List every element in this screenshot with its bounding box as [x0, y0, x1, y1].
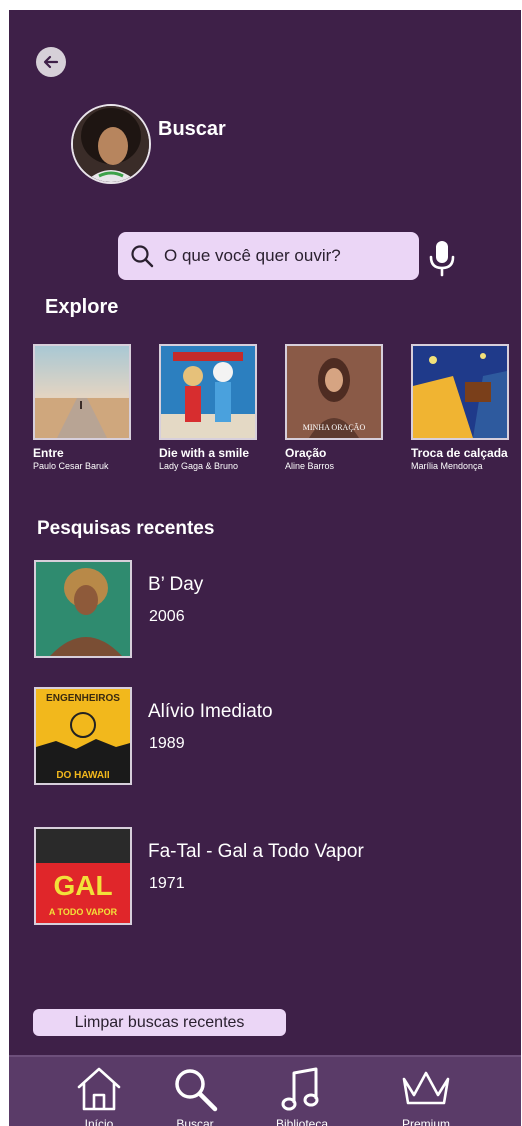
- recent-item-title: Fa-Tal - Gal a Todo Vapor: [148, 841, 364, 862]
- explore-item-artist: Lady Gaga & Bruno: [159, 461, 239, 471]
- explore-item-artist: Paulo Cesar Baruk: [33, 461, 109, 471]
- page-title: Buscar: [158, 118, 226, 140]
- clear-recent-searches-button[interactable]: Limpar buscas recentes: [33, 1009, 286, 1036]
- nav-item-home[interactable]: Início: [64, 1063, 134, 1126]
- nav-label: Premium: [401, 1117, 450, 1126]
- search-icon: [175, 1069, 218, 1112]
- bottom-nav: Início Buscar Biblioteca Premium: [9, 1055, 521, 1126]
- nav-label: Buscar: [176, 1117, 214, 1126]
- search-bar[interactable]: [118, 232, 419, 280]
- cover-text: A TODO VAPOR: [49, 907, 118, 917]
- recent-search-item[interactable]: B’ Day 2006: [34, 560, 504, 660]
- recent-item-year: 2006: [149, 608, 185, 625]
- recent-item-title: Alívio Imediato: [148, 701, 273, 722]
- crown-icon: [402, 1071, 450, 1105]
- microphone-icon[interactable]: [427, 239, 457, 277]
- explore-card[interactable]: MINHA ORAÇÃO Oração Aline Barros: [285, 344, 405, 471]
- explore-card[interactable]: Die with a smile Lady Gaga & Bruno: [159, 344, 279, 471]
- back-button[interactable]: [36, 47, 66, 77]
- home-icon: [77, 1067, 121, 1111]
- album-cover: [34, 560, 132, 658]
- album-cover: GAL A TODO VAPOR: [34, 827, 132, 925]
- cover-text: GAL: [53, 870, 112, 901]
- nav-item-premium[interactable]: Premium: [391, 1063, 461, 1126]
- recent-item-year: 1971: [149, 875, 185, 892]
- explore-item-artist: Marília Mendonça: [411, 461, 483, 471]
- app-screen: Buscar Explore: [9, 10, 521, 1126]
- recent-search-item[interactable]: GAL A TODO VAPOR Fa-Tal - Gal a Todo Vap…: [34, 827, 504, 927]
- explore-heading: Explore: [45, 296, 119, 318]
- cover-text: ENGENHEIROS: [46, 693, 120, 704]
- explore-item-title: Entre: [33, 446, 64, 460]
- arrow-left-icon: [43, 55, 59, 69]
- album-cover: [411, 344, 509, 440]
- avatar[interactable]: [71, 104, 151, 184]
- recent-search-item[interactable]: ENGENHEIROS DO HAWAII Alívio Imediato 19…: [34, 687, 504, 787]
- music-note-icon: [281, 1067, 319, 1111]
- nav-label: Biblioteca: [275, 1117, 329, 1126]
- nav-item-library[interactable]: Biblioteca: [267, 1063, 337, 1126]
- nav-item-search[interactable]: Buscar: [160, 1063, 230, 1126]
- album-cover: [159, 344, 257, 440]
- explore-item-title: Troca de calçada: [411, 446, 508, 460]
- recent-item-year: 1989: [149, 735, 185, 752]
- explore-item-title: Die with a smile: [159, 446, 250, 460]
- explore-item-artist: Aline Barros: [285, 461, 335, 471]
- search-icon: [131, 245, 154, 268]
- recent-searches-heading: Pesquisas recentes: [37, 518, 215, 539]
- cover-text: MINHA ORAÇÃO: [303, 422, 366, 432]
- nav-label: Início: [84, 1117, 114, 1126]
- recent-item-title: B’ Day: [148, 574, 204, 595]
- search-input[interactable]: [162, 245, 396, 267]
- album-cover: MINHA ORAÇÃO: [285, 344, 383, 440]
- explore-card[interactable]: Troca de calçada Marília Mendonça: [411, 344, 521, 471]
- avatar-image: [73, 106, 149, 182]
- cover-text: DO HAWAII: [56, 770, 110, 781]
- explore-item-title: Oração: [285, 446, 327, 460]
- explore-card[interactable]: Entre Paulo Cesar Baruk: [33, 344, 153, 471]
- album-cover: [33, 344, 131, 440]
- album-cover: ENGENHEIROS DO HAWAII: [34, 687, 132, 785]
